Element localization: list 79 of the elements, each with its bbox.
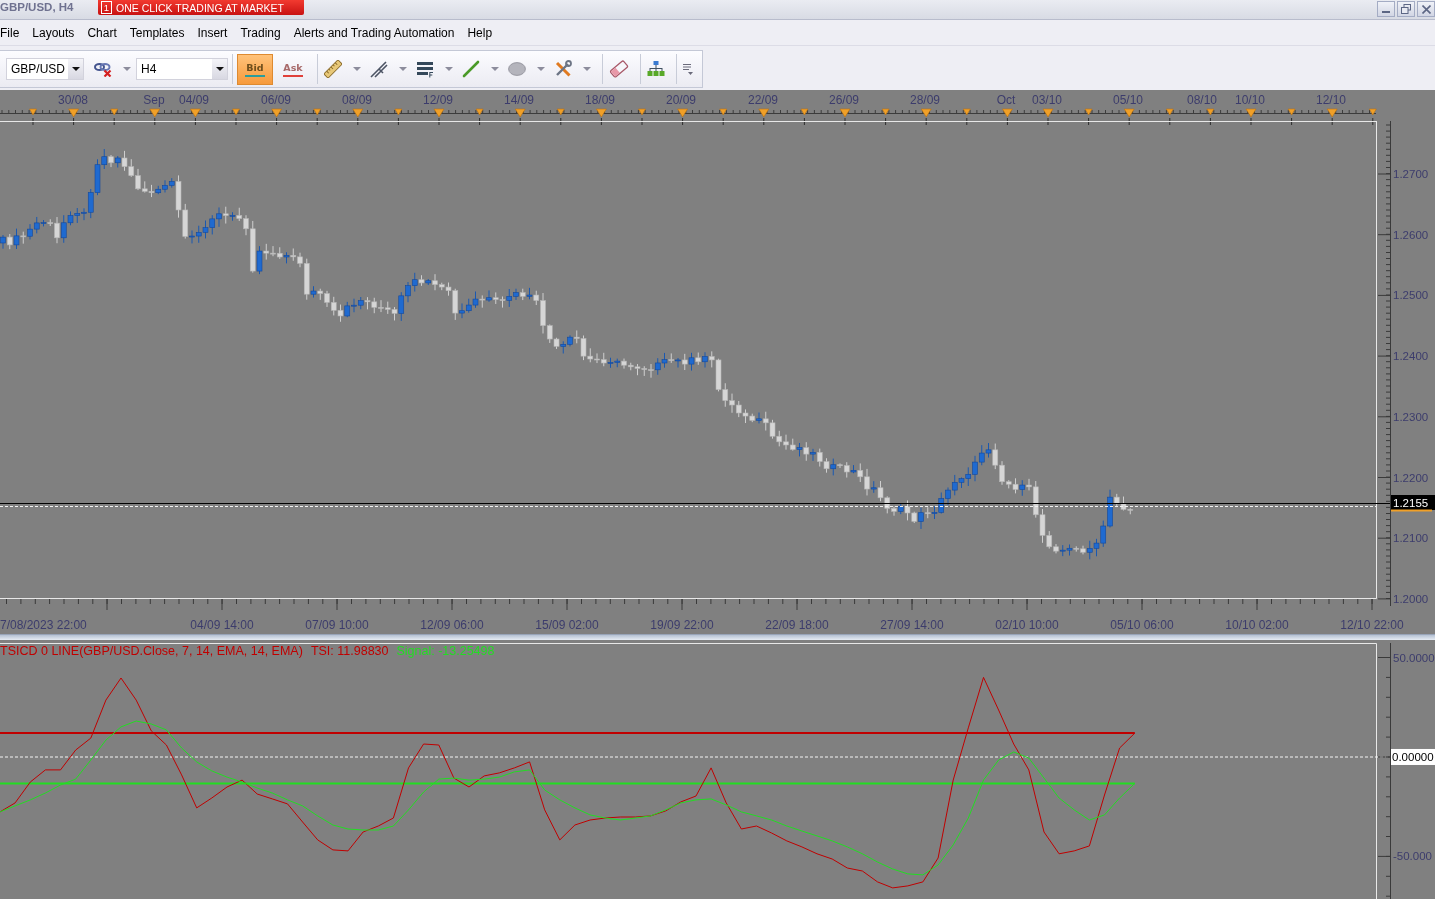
date-label: 05/10 (1113, 93, 1143, 107)
symbol-dropdown[interactable]: GBP/USD (6, 58, 84, 80)
date-label: 08/10 (1187, 93, 1217, 107)
price-label: 1.2700 (1393, 168, 1429, 180)
date-label: 18/09 (585, 93, 615, 107)
window-title: GBP/USD, H4 (0, 0, 75, 14)
diagonal-line-icon (462, 60, 480, 78)
time-label: 12/09 06:00 (420, 617, 484, 632)
menu-item[interactable]: Trading (240, 25, 281, 40)
timeframe-dropdown[interactable]: H4 (136, 58, 228, 80)
menu-item[interactable]: File (0, 25, 20, 40)
menu-item[interactable]: Insert (197, 25, 228, 40)
time-label: 15/09 02:00 (535, 617, 599, 632)
minimize-icon (1382, 11, 1390, 13)
price-label: 1.2100 (1393, 532, 1429, 545)
slot-number: 1 (101, 1, 112, 14)
value-label: -50.000 (1393, 850, 1432, 863)
ruler-icon (324, 60, 342, 78)
restore-button[interactable] (1397, 1, 1415, 17)
legend-entry: TSI: 11.98830 (310, 644, 389, 658)
current-price-tag: 1.2155 (1391, 495, 1435, 512)
date-label: 08/09 (342, 93, 372, 107)
date-label: 22/09 (748, 93, 778, 107)
time-label: 07/09 10:00 (305, 617, 369, 632)
price-label: 1.2000 (1393, 592, 1429, 605)
time-label: 7/08/2023 22:00 (0, 617, 87, 632)
restore-icon (1401, 4, 1411, 14)
close-button[interactable] (1417, 1, 1435, 17)
date-label: 28/09 (910, 93, 940, 107)
price-mode-button[interactable]: Bid (237, 53, 273, 85)
dropdown-button[interactable] (68, 59, 83, 79)
dropdown-button[interactable] (212, 59, 227, 79)
time-label: 22/09 18:00 (765, 617, 829, 632)
chain-x-icon (94, 61, 112, 77)
date-label: 12/10 (1316, 93, 1346, 107)
menu-item[interactable]: Layouts (32, 25, 75, 40)
date-label: Oct (996, 93, 1016, 107)
date-label: 06/09 (261, 93, 291, 107)
one-click-trading-button[interactable]: 1 ONE CLICK TRADING AT MARKET (98, 0, 304, 15)
price-label: 1.2200 (1393, 471, 1429, 484)
indicator-title: TSICD 0 LINE(GBP/USD.Close, 7, 14, EMA, 14, EMA) (0, 644, 303, 658)
value-label: 50.0000 (1393, 651, 1435, 664)
time-label: 10/10 02:00 (1225, 617, 1289, 632)
date-label: 04/09 (179, 93, 209, 107)
time-label: 19/09 22:00 (650, 617, 714, 632)
menu-item[interactable]: Alerts and Trading Automation (293, 25, 455, 40)
legend-entry: Signal: -13.25498 (396, 644, 495, 658)
org-chart-icon (647, 61, 665, 77)
lines-icon (416, 60, 434, 78)
price-label: 1.2300 (1393, 410, 1429, 423)
wrench-screwdriver-icon (554, 60, 572, 78)
overflow-menu-icon (683, 63, 693, 75)
time-label: 27/09 14:00 (880, 617, 944, 632)
zero-level-tag: 0.00000 (1391, 749, 1435, 765)
date-label: Sep (143, 93, 165, 107)
price-label: 1.2400 (1393, 350, 1429, 363)
price-label: 1.2600 (1393, 228, 1429, 241)
close-icon (1421, 4, 1431, 14)
date-label: 20/09 (666, 93, 696, 107)
time-label: 12/10 22:00 (1340, 617, 1404, 632)
time-label: 04/09 14:00 (190, 617, 254, 632)
menu-item[interactable]: Templates (129, 25, 185, 40)
date-label: 26/09 (829, 93, 859, 107)
caret-icon (71, 67, 80, 71)
ellipse-icon (508, 62, 526, 76)
date-label: 10/10 (1235, 93, 1265, 107)
parallel-lines-icon (370, 60, 388, 78)
date-label: 12/09 (423, 93, 453, 107)
minimize-button[interactable] (1377, 1, 1395, 17)
menu-item[interactable]: Chart (87, 25, 117, 40)
price-mode-button[interactable]: Ask (275, 53, 311, 85)
menu-item[interactable]: Help (467, 25, 493, 40)
date-label: 14/09 (504, 93, 534, 107)
date-label: 03/10 (1032, 93, 1062, 107)
time-label: 02/10 10:00 (995, 617, 1059, 632)
date-label: 30/08 (58, 93, 88, 107)
caret-icon (215, 67, 224, 71)
price-label: 1.2500 (1393, 289, 1429, 302)
time-label: 05/10 06:00 (1110, 617, 1174, 632)
